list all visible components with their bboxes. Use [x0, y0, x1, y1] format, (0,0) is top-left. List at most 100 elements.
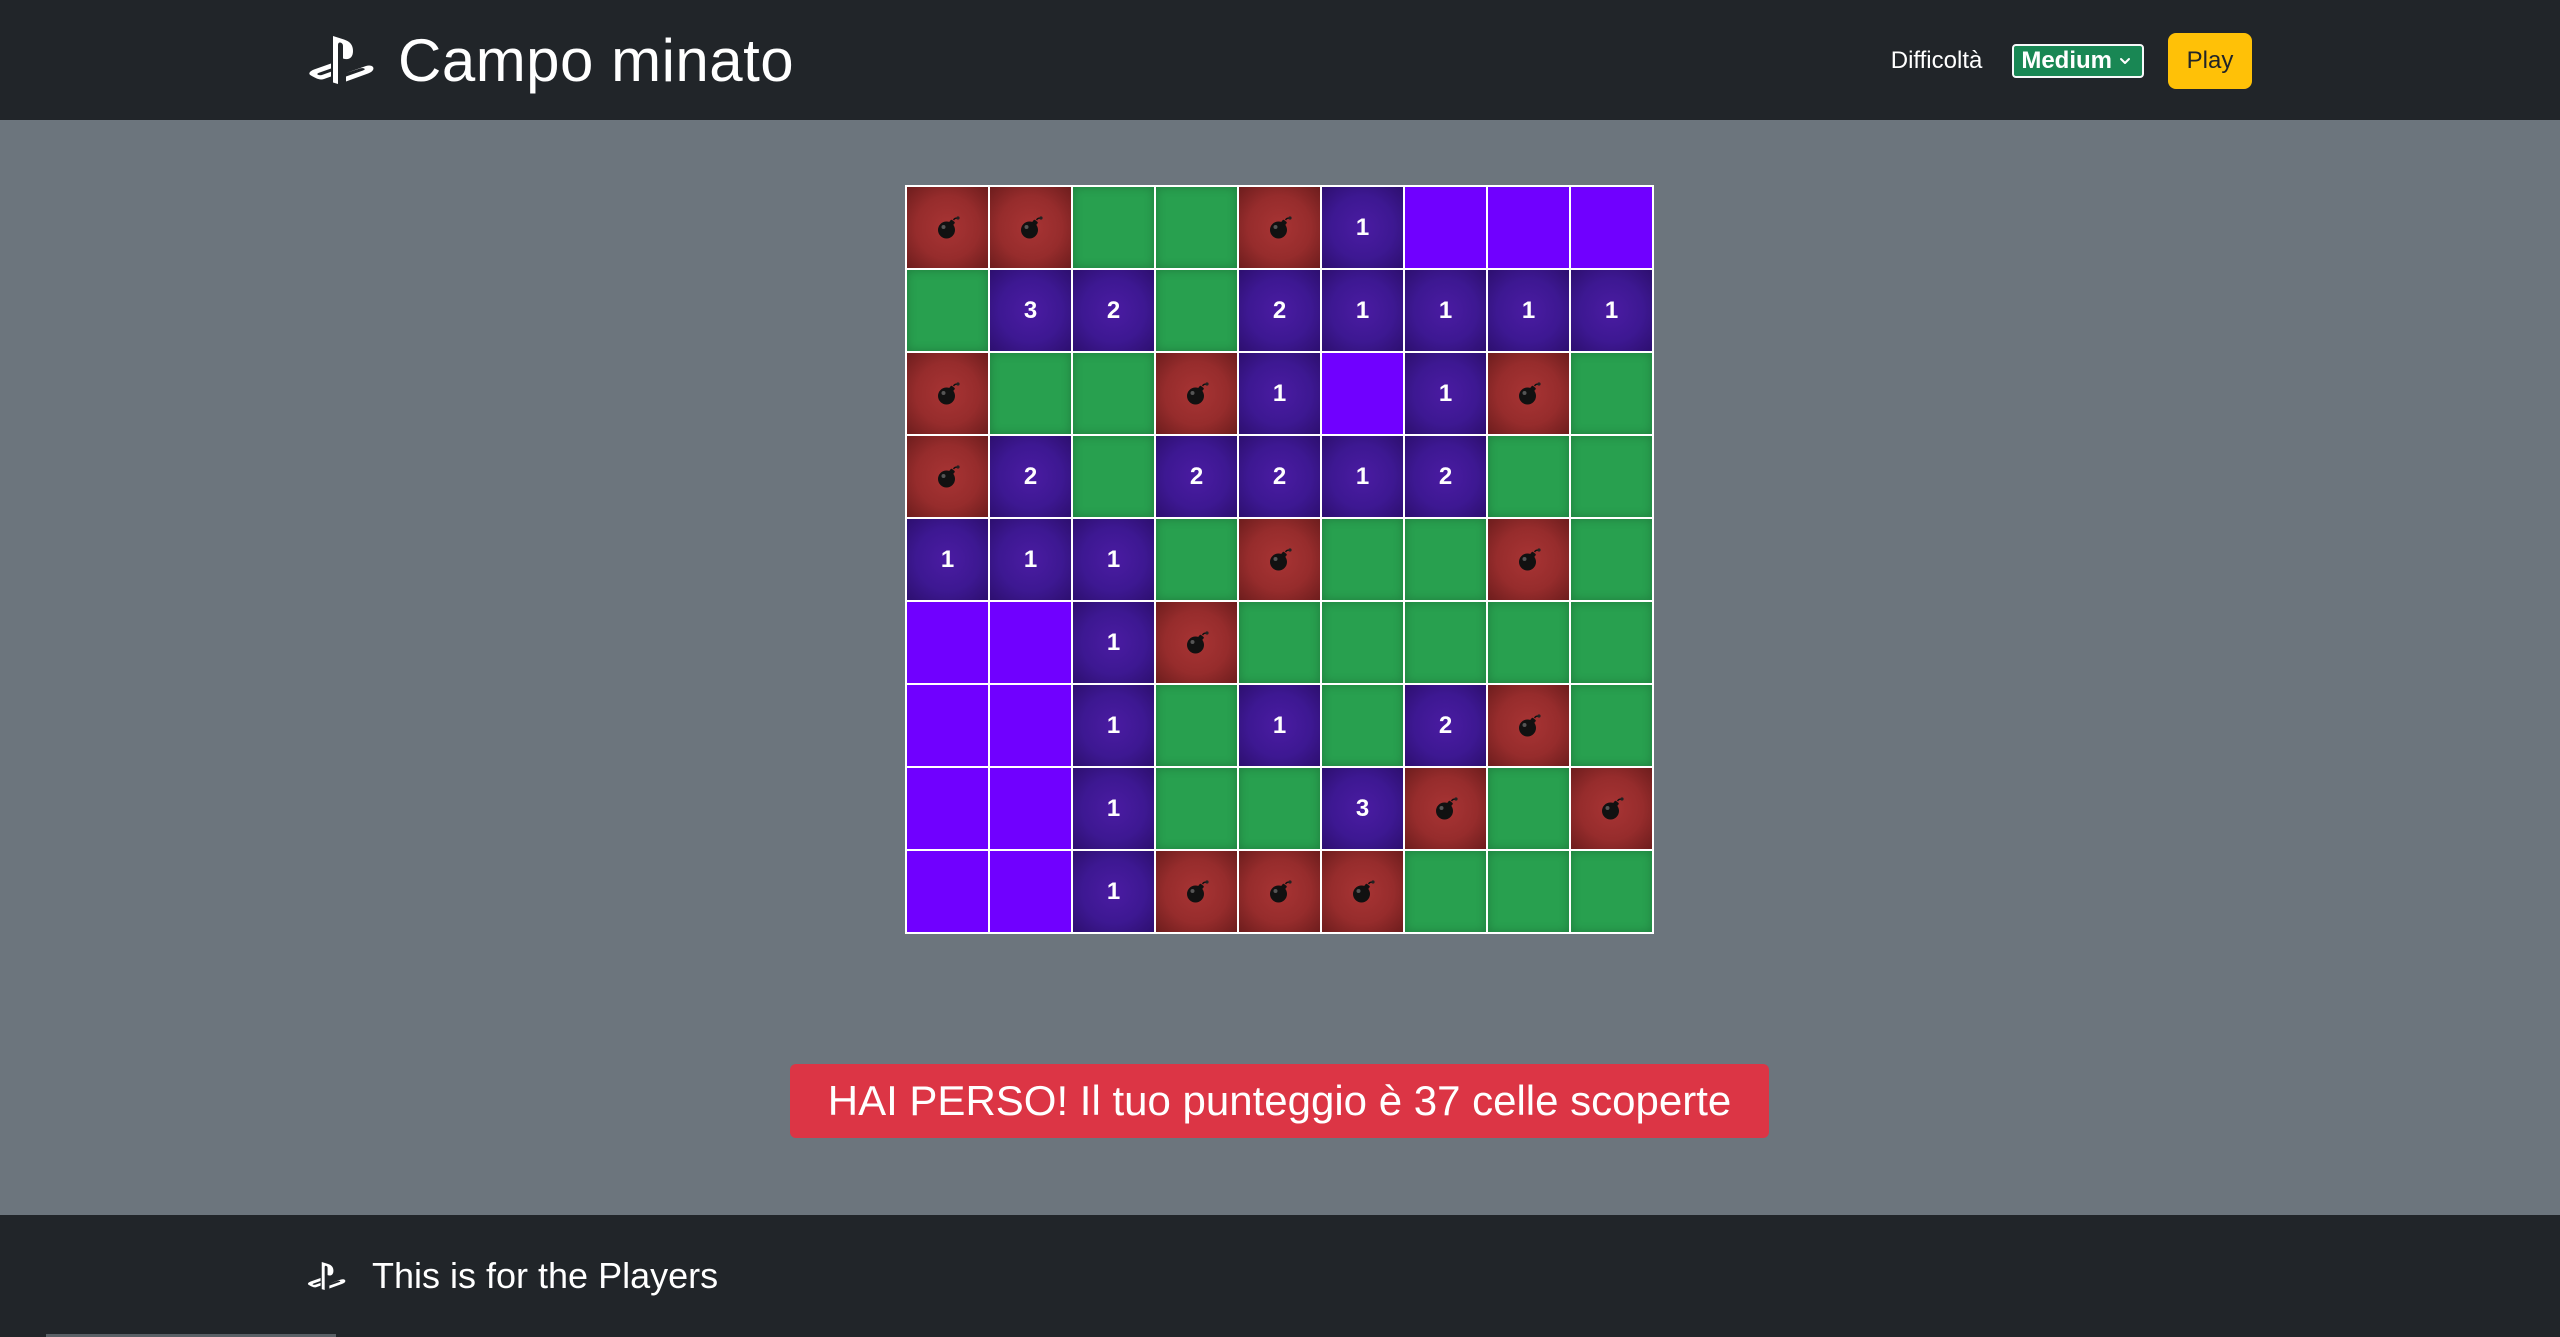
safe-cell[interactable]: [1405, 851, 1486, 932]
bomb-icon: [1518, 713, 1541, 736]
bomb-icon: [1435, 796, 1458, 819]
safe-cell[interactable]: [1322, 519, 1403, 600]
safe-cell[interactable]: [1239, 602, 1320, 683]
safe-cell[interactable]: [1156, 685, 1237, 766]
empty-cell[interactable]: [907, 685, 988, 766]
safe-cell[interactable]: [1571, 685, 1652, 766]
safe-cell[interactable]: [1239, 768, 1320, 849]
minefield-grid: 1322111111222121111112131: [905, 185, 1654, 934]
mine-cell[interactable]: [1239, 519, 1320, 600]
empty-cell[interactable]: [907, 602, 988, 683]
mine-cell[interactable]: [1239, 851, 1320, 932]
mine-cell[interactable]: [907, 353, 988, 434]
mine-cell[interactable]: [1488, 353, 1569, 434]
safe-cell[interactable]: [1156, 270, 1237, 351]
number-cell[interactable]: 1: [1571, 270, 1652, 351]
number-cell[interactable]: 2: [1405, 436, 1486, 517]
number-cell[interactable]: 1: [1073, 519, 1154, 600]
empty-cell[interactable]: [990, 685, 1071, 766]
mine-cell[interactable]: [907, 436, 988, 517]
safe-cell[interactable]: [1571, 851, 1652, 932]
bomb-icon: [937, 464, 960, 487]
number-cell[interactable]: 1: [1073, 685, 1154, 766]
mine-cell[interactable]: [1488, 519, 1569, 600]
empty-cell[interactable]: [907, 768, 988, 849]
number-cell[interactable]: 1: [1322, 436, 1403, 517]
safe-cell[interactable]: [1156, 187, 1237, 268]
safe-cell[interactable]: [1488, 851, 1569, 932]
safe-cell[interactable]: [1571, 602, 1652, 683]
empty-cell[interactable]: [990, 851, 1071, 932]
number-cell[interactable]: 1: [1073, 768, 1154, 849]
safe-cell[interactable]: [907, 270, 988, 351]
safe-cell[interactable]: [1488, 436, 1569, 517]
safe-cell[interactable]: [1571, 353, 1652, 434]
empty-cell[interactable]: [990, 768, 1071, 849]
number-cell[interactable]: 1: [1239, 685, 1320, 766]
mine-cell[interactable]: [1156, 602, 1237, 683]
number-cell[interactable]: 1: [1405, 353, 1486, 434]
safe-cell[interactable]: [1322, 685, 1403, 766]
bomb-icon: [1186, 381, 1209, 404]
number-cell[interactable]: 1: [1073, 851, 1154, 932]
number-cell[interactable]: 2: [990, 436, 1071, 517]
empty-cell[interactable]: [1322, 353, 1403, 434]
number-cell[interactable]: 1: [1322, 270, 1403, 351]
safe-cell[interactable]: [1156, 519, 1237, 600]
number-cell[interactable]: 1: [1405, 270, 1486, 351]
empty-cell[interactable]: [990, 602, 1071, 683]
number-cell[interactable]: 2: [1405, 685, 1486, 766]
bomb-icon: [937, 215, 960, 238]
safe-cell[interactable]: [1571, 436, 1652, 517]
safe-cell[interactable]: [990, 353, 1071, 434]
safe-cell[interactable]: [1073, 187, 1154, 268]
chevron-down-icon: [2120, 58, 2130, 64]
mine-cell[interactable]: [1156, 851, 1237, 932]
game-over-alert: HAI PERSO! Il tuo punteggio è 37 celle s…: [790, 1064, 1769, 1138]
safe-cell[interactable]: [1571, 519, 1652, 600]
mine-cell[interactable]: [1488, 685, 1569, 766]
mine-cell[interactable]: [1322, 851, 1403, 932]
bomb-icon: [1186, 879, 1209, 902]
empty-cell[interactable]: [1571, 187, 1652, 268]
number-cell[interactable]: 1: [907, 519, 988, 600]
safe-cell[interactable]: [1156, 768, 1237, 849]
mine-cell[interactable]: [1571, 768, 1652, 849]
empty-cell[interactable]: [1488, 187, 1569, 268]
safe-cell[interactable]: [1405, 602, 1486, 683]
number-cell[interactable]: 2: [1239, 436, 1320, 517]
number-cell[interactable]: 3: [1322, 768, 1403, 849]
number-cell[interactable]: 2: [1239, 270, 1320, 351]
empty-cell[interactable]: [1405, 187, 1486, 268]
mine-cell[interactable]: [907, 187, 988, 268]
safe-cell[interactable]: [1488, 602, 1569, 683]
number-cell[interactable]: 1: [1322, 187, 1403, 268]
number-cell[interactable]: 1: [1239, 353, 1320, 434]
empty-cell[interactable]: [907, 851, 988, 932]
number-cell[interactable]: 3: [990, 270, 1071, 351]
safe-cell[interactable]: [1322, 602, 1403, 683]
mine-cell[interactable]: [1156, 353, 1237, 434]
bomb-icon: [1269, 215, 1292, 238]
mine-cell[interactable]: [990, 187, 1071, 268]
number-cell[interactable]: 2: [1073, 270, 1154, 351]
mine-cell[interactable]: [1405, 768, 1486, 849]
mine-cell[interactable]: [1239, 187, 1320, 268]
playstation-logo-icon: [309, 36, 374, 84]
bomb-icon: [1269, 547, 1292, 570]
bomb-icon: [1269, 879, 1292, 902]
safe-cell[interactable]: [1488, 768, 1569, 849]
bomb-icon: [1518, 381, 1541, 404]
number-cell[interactable]: 2: [1156, 436, 1237, 517]
difficulty-select[interactable]: Medium: [2012, 44, 2144, 78]
brand[interactable]: Campo minato: [306, 20, 794, 100]
number-cell[interactable]: 1: [1073, 602, 1154, 683]
safe-cell[interactable]: [1073, 436, 1154, 517]
safe-cell[interactable]: [1073, 353, 1154, 434]
number-cell[interactable]: 1: [990, 519, 1071, 600]
play-button[interactable]: Play: [2168, 33, 2252, 89]
footer-brand: This is for the Players: [306, 1255, 718, 1297]
safe-cell[interactable]: [1405, 519, 1486, 600]
bomb-icon: [1601, 796, 1624, 819]
number-cell[interactable]: 1: [1488, 270, 1569, 351]
